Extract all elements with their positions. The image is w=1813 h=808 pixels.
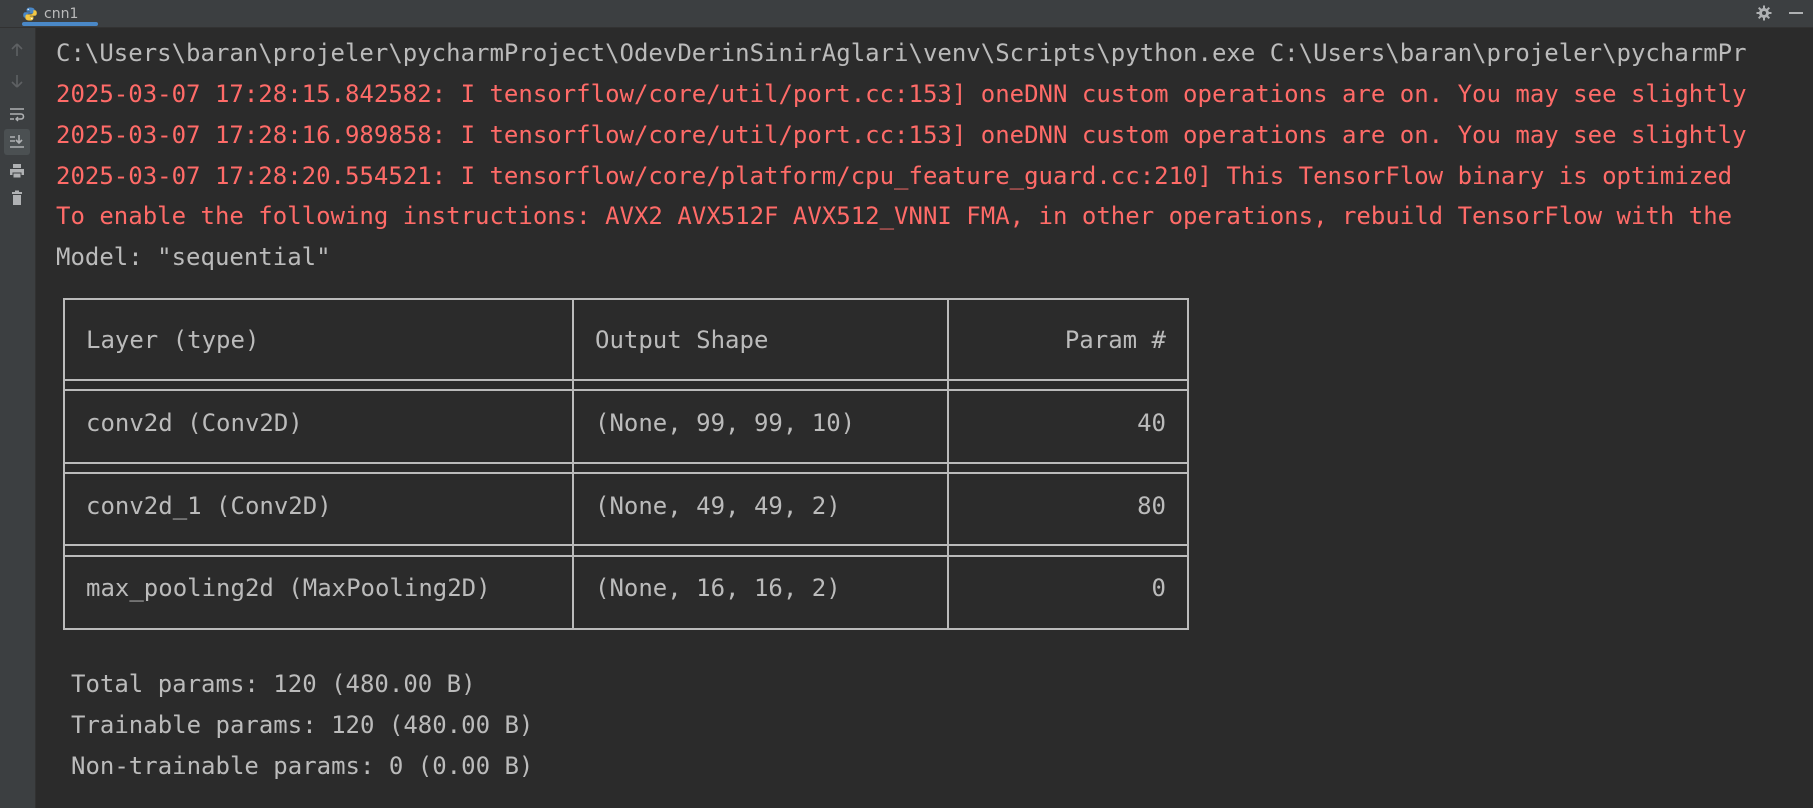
tab-active-indicator: [22, 22, 99, 26]
console-line-model-name: Model: "sequential": [56, 243, 331, 271]
trainable-params-line: Trainable params: 120 (480.00 B): [71, 711, 534, 739]
print-icon[interactable]: [4, 158, 30, 184]
python-icon: [22, 6, 38, 22]
model-summary-table: Layer (type) Output Shape Param # conv2d…: [63, 298, 1189, 654]
header-actions: [1755, 0, 1805, 26]
up-arrow-icon[interactable]: [4, 37, 30, 63]
table-cell-output-shape: (None, 99, 99, 10): [595, 409, 856, 437]
console-side-toolbar: [0, 28, 36, 808]
console-line-stderr: 2025-03-07 17:28:20.554521: I tensorflow…: [56, 162, 1733, 190]
settings-icon[interactable]: [1755, 4, 1773, 22]
console-output[interactable]: C:\Users\baran\projeler\pycharmProject\O…: [36, 28, 1813, 808]
table-cell-layer: max_pooling2d (MaxPooling2D): [86, 574, 491, 602]
table-cell-output-shape: (None, 49, 49, 2): [595, 492, 841, 520]
table-header-layer: Layer (type): [86, 326, 260, 354]
console-line-stderr: To enable the following instructions: AV…: [56, 202, 1733, 230]
tab-label: cnn1: [44, 6, 79, 22]
scroll-to-end-icon[interactable]: [4, 129, 30, 155]
tool-window-header: cnn1: [0, 0, 1813, 28]
table-cell-params: 0: [1151, 574, 1166, 602]
table-header-output-shape: Output Shape: [595, 326, 769, 354]
table-cell-params: 80: [1137, 492, 1166, 520]
soft-wrap-icon[interactable]: [4, 101, 30, 127]
console-line-stderr: 2025-03-07 17:28:15.842582: I tensorflow…: [56, 80, 1747, 108]
minimize-icon[interactable]: [1787, 4, 1805, 22]
table-header-params: Param #: [1064, 326, 1166, 354]
table-cell-params: 40: [1137, 409, 1166, 437]
table-cell-layer: conv2d (Conv2D): [86, 409, 303, 437]
table-cell-layer: conv2d_1 (Conv2D): [86, 492, 332, 520]
table-cell-output-shape: (None, 16, 16, 2): [595, 574, 841, 602]
trash-icon[interactable]: [4, 185, 30, 211]
non-trainable-params-line: Non-trainable params: 0 (0.00 B): [71, 752, 534, 780]
console-line-stderr: 2025-03-07 17:28:16.989858: I tensorflow…: [56, 121, 1747, 149]
total-params-line: Total params: 120 (480.00 B): [71, 670, 476, 698]
console-line-command: C:\Users\baran\projeler\pycharmProject\O…: [56, 39, 1747, 67]
down-arrow-icon[interactable]: [4, 68, 30, 94]
tab-cnn1[interactable]: cnn1: [12, 0, 99, 28]
